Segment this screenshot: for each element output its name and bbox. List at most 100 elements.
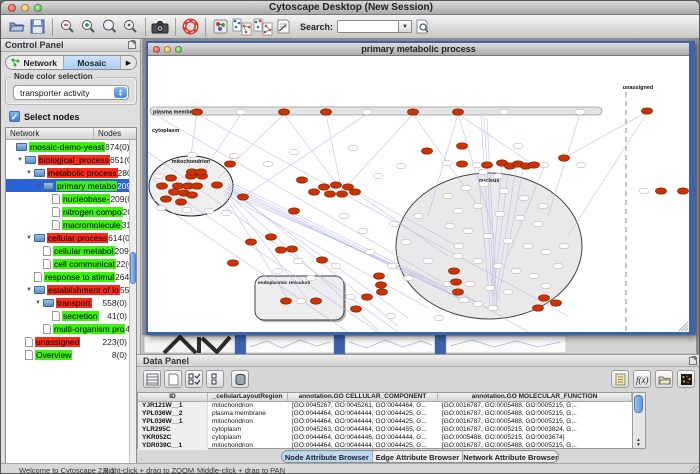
network-node-selected[interactable]	[169, 189, 180, 195]
tree-item[interactable]: Overview8(0)	[6, 348, 136, 361]
network-node-selected[interactable]	[374, 273, 385, 279]
import-attributes-button[interactable]	[655, 370, 673, 388]
table-scroll-thumb[interactable]	[634, 395, 643, 413]
network-node[interactable]	[187, 152, 197, 158]
canvas-resize-grip[interactable]	[679, 322, 688, 331]
network-node[interactable]	[306, 275, 316, 281]
network-edge[interactable]	[148, 196, 348, 332]
zoom-in-button[interactable]	[78, 16, 99, 37]
network-node[interactable]	[463, 228, 473, 234]
network-node[interactable]	[529, 273, 539, 279]
network-node[interactable]	[263, 161, 273, 167]
network-node[interactable]	[541, 283, 551, 289]
expander-icon[interactable]: ▼	[35, 300, 43, 306]
network-node-selected[interactable]	[276, 247, 287, 253]
network-node[interactable]	[413, 213, 423, 219]
tree-item[interactable]: ▼establishment of lo558(0)	[6, 283, 136, 296]
expander-icon[interactable]: ▼	[26, 235, 34, 241]
expander-icon[interactable]: ▼	[35, 183, 43, 189]
zoom-fit-button[interactable]	[99, 16, 120, 37]
network-node[interactable]	[575, 109, 585, 115]
network-node[interactable]	[499, 109, 509, 115]
network-node[interactable]	[559, 243, 569, 249]
network-node[interactable]	[493, 173, 503, 179]
network-node[interactable]	[459, 297, 469, 303]
network-node[interactable]	[539, 162, 549, 168]
search-options-button[interactable]	[412, 16, 433, 37]
unselect-attributes-button[interactable]	[206, 370, 224, 388]
network-node-selected[interactable]	[297, 177, 308, 183]
network-node-selected[interactable]	[529, 162, 540, 168]
network-node-selected[interactable]	[187, 192, 198, 198]
network-node[interactable]	[358, 228, 368, 234]
network-node-selected[interactable]	[161, 196, 172, 202]
network-canvas[interactable]: plasma membrane cytoplasm mitochondrion …	[148, 56, 689, 332]
help-button[interactable]	[180, 16, 201, 37]
tree-item[interactable]: cell communicat22(0)	[6, 257, 136, 270]
network-node-selected[interactable]	[192, 109, 203, 115]
network-node-selected[interactable]	[176, 199, 187, 205]
tree-item[interactable]: ▼metabolic process280(0)	[6, 166, 136, 179]
network-node[interactable]	[182, 207, 192, 213]
network-node-selected[interactable]	[453, 109, 464, 115]
annotation-button[interactable]	[273, 16, 294, 37]
network-node[interactable]	[511, 268, 521, 274]
attribute-table[interactable]: ID_cellularLayoutRegionannotation.GO CEL…	[137, 392, 633, 449]
tab-network[interactable]: Network	[6, 56, 64, 69]
network-node[interactable]	[273, 268, 283, 274]
network-node[interactable]	[221, 210, 231, 216]
table-row[interactable]: YDR039C__1mitochondrion[GO:0044464, GO:0…	[138, 442, 632, 450]
attribute-table-button[interactable]	[143, 370, 161, 388]
network-node-selected[interactable]	[331, 182, 342, 188]
new-attribute-button[interactable]	[164, 370, 182, 388]
network-node[interactable]	[423, 258, 433, 264]
network-node-selected[interactable]	[317, 257, 328, 263]
network-node-selected[interactable]	[351, 306, 362, 312]
network-node[interactable]	[331, 263, 341, 269]
table-column-header[interactable]: annotation.GO CELLULAR_COMPONENT	[288, 393, 438, 401]
table-row[interactable]: YPL036W__1mitochondrion[GO:0044464, GO:0…	[138, 418, 632, 426]
table-row[interactable]: YJR121W__1mitochondrion[GO:0045267, GO:0…	[138, 402, 632, 410]
network-node[interactable]	[499, 188, 509, 194]
zoom-selected-button[interactable]	[120, 16, 141, 37]
network-node[interactable]	[473, 203, 483, 209]
close-view-button[interactable]	[153, 46, 160, 53]
tab-overflow-button[interactable]: ▶	[121, 56, 136, 69]
network-node-selected[interactable]	[408, 109, 419, 115]
network-node[interactable]	[386, 313, 396, 319]
network-node-selected[interactable]	[350, 189, 361, 195]
network-node-selected[interactable]	[309, 189, 320, 195]
network-node-selected[interactable]	[533, 305, 544, 311]
network-node-selected[interactable]	[212, 182, 223, 188]
network-node[interactable]	[365, 249, 375, 255]
network-node[interactable]	[639, 188, 649, 194]
network-node-selected[interactable]	[228, 260, 239, 266]
tree-scroll-thumb[interactable]	[130, 252, 136, 284]
formula-button[interactable]: f(x)	[633, 370, 651, 388]
network-node[interactable]	[485, 285, 495, 291]
network-node[interactable]	[472, 162, 482, 168]
network-node[interactable]	[442, 160, 452, 166]
tab-mosaic[interactable]: Mosaic	[64, 56, 122, 69]
network-node[interactable]	[403, 275, 413, 281]
search-dropdown-button[interactable]: ▼	[399, 20, 412, 33]
network-node[interactable]	[576, 162, 586, 168]
tree-item[interactable]: ▼transport558(0)	[6, 296, 136, 309]
network-node[interactable]	[236, 109, 246, 115]
network-edge[interactable]	[564, 112, 647, 158]
network-node[interactable]	[396, 163, 406, 169]
network-node[interactable]	[488, 305, 498, 311]
select-attributes-button[interactable]	[185, 370, 203, 388]
network-node-selected[interactable]	[279, 109, 290, 115]
network-node[interactable]	[503, 289, 513, 295]
network-node-selected[interactable]	[337, 191, 348, 197]
tree-col-network[interactable]: Network	[6, 128, 94, 139]
network-node-selected[interactable]	[281, 298, 292, 304]
zoom-out-button[interactable]	[57, 16, 78, 37]
network-node[interactable]	[483, 233, 493, 239]
network-node[interactable]	[293, 258, 303, 264]
network-node[interactable]	[434, 315, 444, 321]
notepad-button[interactable]	[611, 370, 629, 388]
tab-edge-attribute-browser[interactable]: Edge Attribute Browser	[373, 451, 464, 462]
network-node[interactable]	[453, 208, 463, 214]
